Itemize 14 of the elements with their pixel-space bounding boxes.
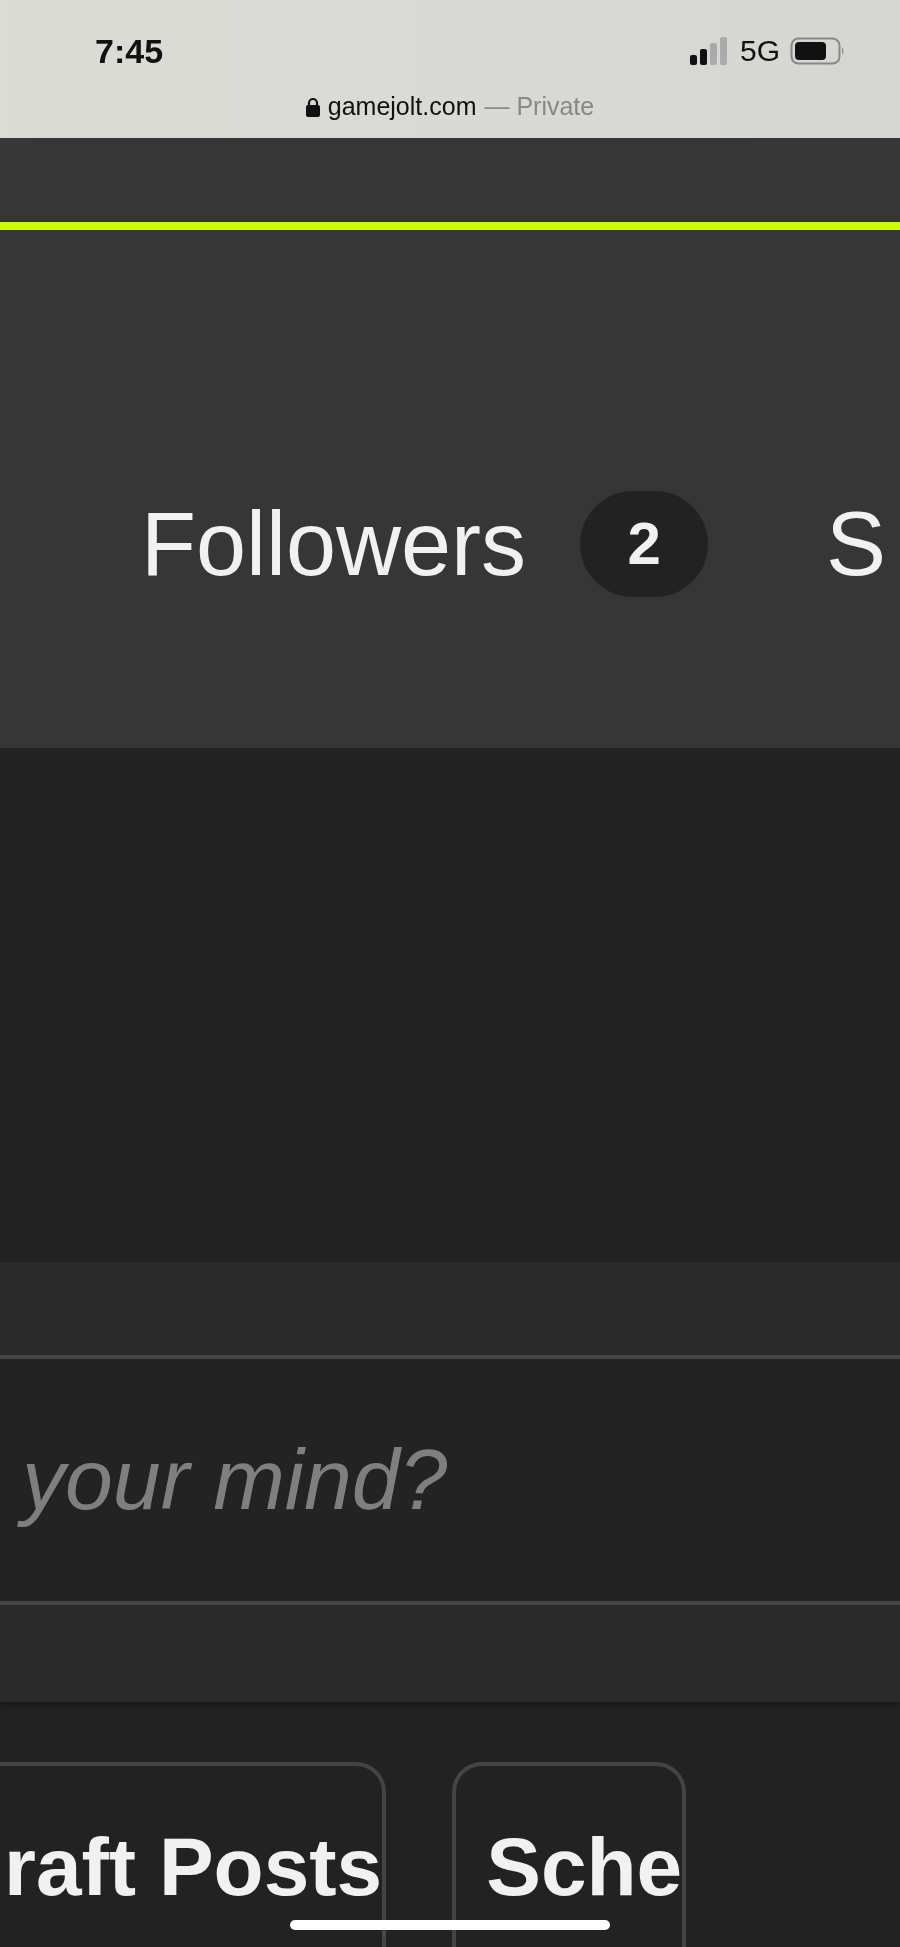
battery-icon [790,37,846,65]
nav-tab[interactable]: Followers [141,492,527,596]
private-label: — Private [484,92,595,121]
nav-tab[interactable]: S [826,492,887,596]
clock-time: 7:45 [95,31,164,71]
post-type-card[interactable]: raft Posts [0,1762,387,1947]
post-field[interactable]: your mind? [0,1355,900,1605]
count-badge: 2 [580,491,709,597]
network-label: 5G [739,34,780,68]
post-type-card[interactable]: Sche [452,1762,687,1947]
url-domain[interactable]: gamejolt.com [327,92,477,121]
signal-icon [689,37,730,65]
placeholder-text: your mind? [18,1424,462,1536]
lock-icon [305,96,320,117]
